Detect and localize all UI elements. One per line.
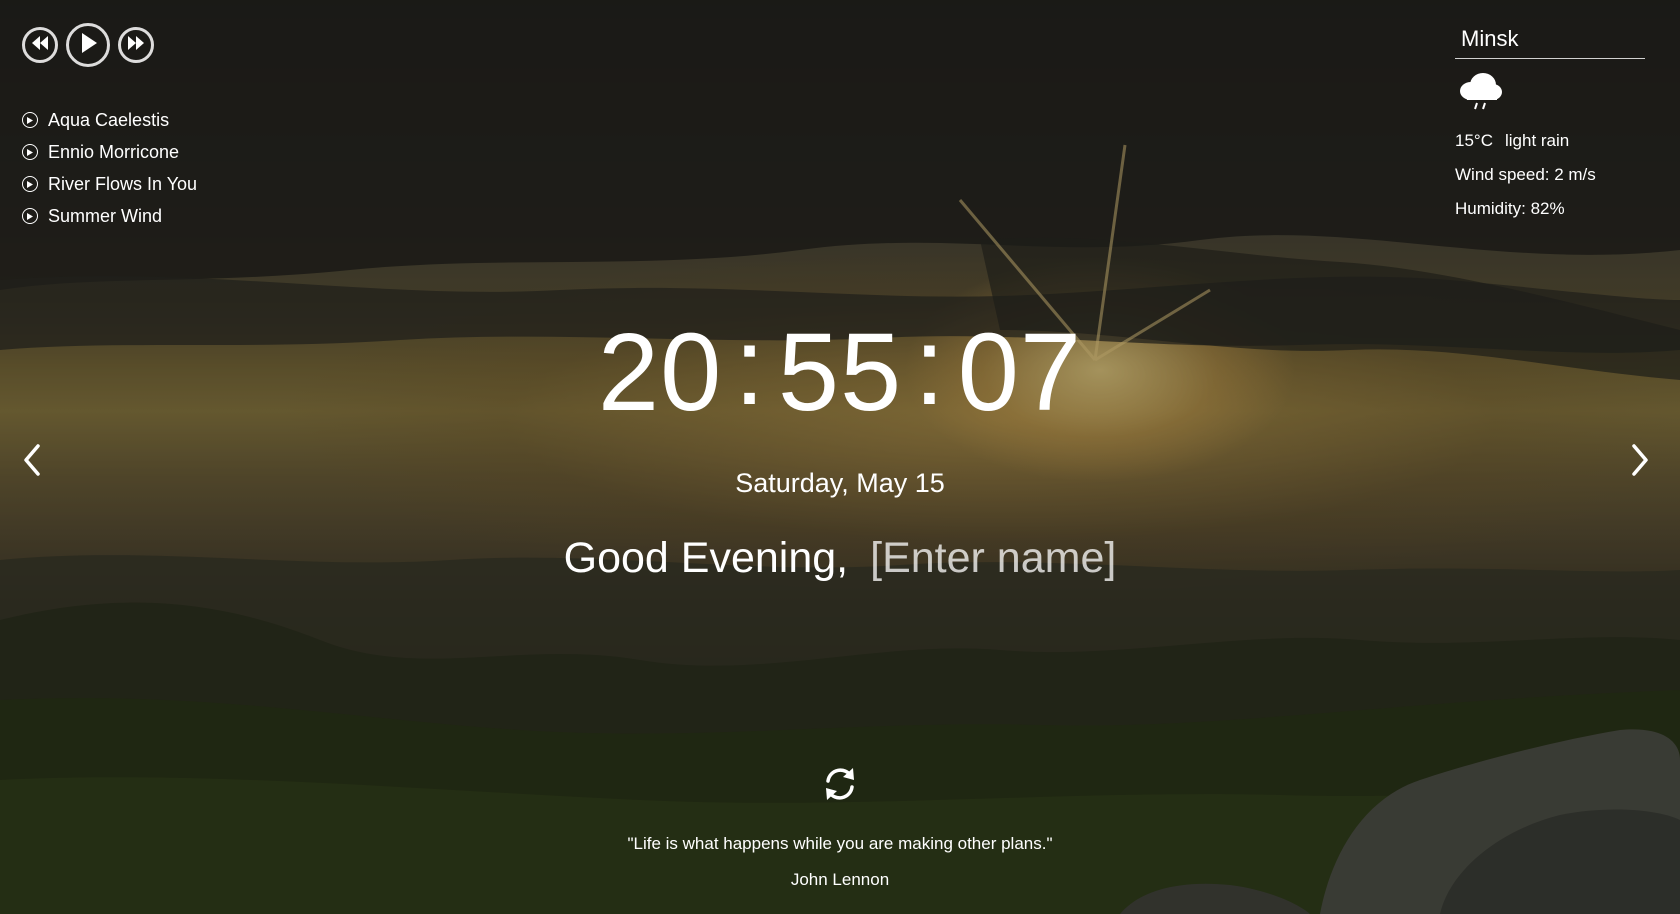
next-track-button[interactable] bbox=[118, 27, 154, 63]
humidity: Humidity: 82% bbox=[1455, 199, 1565, 218]
playlist-item[interactable]: Ennio Morricone bbox=[22, 136, 197, 168]
fast-forward-icon bbox=[127, 35, 145, 55]
track-title: Summer Wind bbox=[48, 205, 163, 226]
clock-seconds: 07 bbox=[957, 311, 1083, 434]
date-display: Saturday, May 15 bbox=[735, 468, 945, 498]
weather-widget: 15°C light rain Wind speed: 2 m/s Humidit… bbox=[1455, 24, 1645, 219]
play-circle-icon bbox=[22, 176, 38, 192]
rewind-icon bbox=[31, 35, 49, 55]
refresh-icon bbox=[820, 768, 860, 808]
weather-summary: 15°C light rain bbox=[1455, 131, 1645, 151]
previous-track-button[interactable] bbox=[22, 27, 58, 63]
wind-speed: Wind speed: 2 m/s bbox=[1455, 165, 1596, 184]
refresh-quote-button[interactable] bbox=[820, 764, 860, 804]
greeting-text: Good Evening, bbox=[563, 534, 849, 582]
quote-author: John Lennon bbox=[790, 870, 890, 889]
play-icon bbox=[79, 32, 97, 58]
playlist-item[interactable]: Aqua Caelestis bbox=[22, 104, 197, 136]
city-input[interactable] bbox=[1455, 24, 1645, 59]
chevron-right-icon bbox=[1624, 444, 1654, 484]
rain-cloud-icon bbox=[1457, 71, 1645, 115]
play-circle-icon bbox=[22, 208, 38, 224]
clock-separator: : bbox=[734, 305, 766, 428]
weather-description: light rain bbox=[1504, 131, 1570, 150]
temperature: 15°C bbox=[1455, 131, 1493, 150]
playlist-item[interactable]: River Flows In You bbox=[22, 168, 197, 200]
play-circle-icon bbox=[22, 144, 38, 160]
track-title: Aqua Caelestis bbox=[48, 109, 170, 130]
track-title: Ennio Morricone bbox=[48, 141, 180, 162]
previous-background-button[interactable] bbox=[18, 440, 48, 480]
clock-minutes: 55 bbox=[777, 311, 903, 434]
player-controls bbox=[22, 23, 154, 67]
clock-separator: : bbox=[914, 305, 946, 428]
track-title: River Flows In You bbox=[48, 173, 198, 194]
clock: 20:55:07 bbox=[0, 312, 1680, 428]
greeting: Good Evening, [Enter name] bbox=[0, 534, 1680, 583]
next-background-button[interactable] bbox=[1624, 440, 1654, 480]
app-root: Aqua Caelestis Ennio Morricone River Flo… bbox=[0, 0, 1680, 914]
playlist: Aqua Caelestis Ennio Morricone River Flo… bbox=[22, 104, 197, 232]
playlist-item[interactable]: Summer Wind bbox=[22, 200, 197, 232]
clock-hours: 20 bbox=[597, 311, 723, 434]
chevron-left-icon bbox=[18, 444, 48, 484]
quote-text: "Life is what happens while you are maki… bbox=[627, 834, 1053, 853]
play-button[interactable] bbox=[66, 23, 110, 67]
name-input[interactable]: [Enter name] bbox=[870, 534, 1116, 582]
play-circle-icon bbox=[22, 112, 38, 128]
